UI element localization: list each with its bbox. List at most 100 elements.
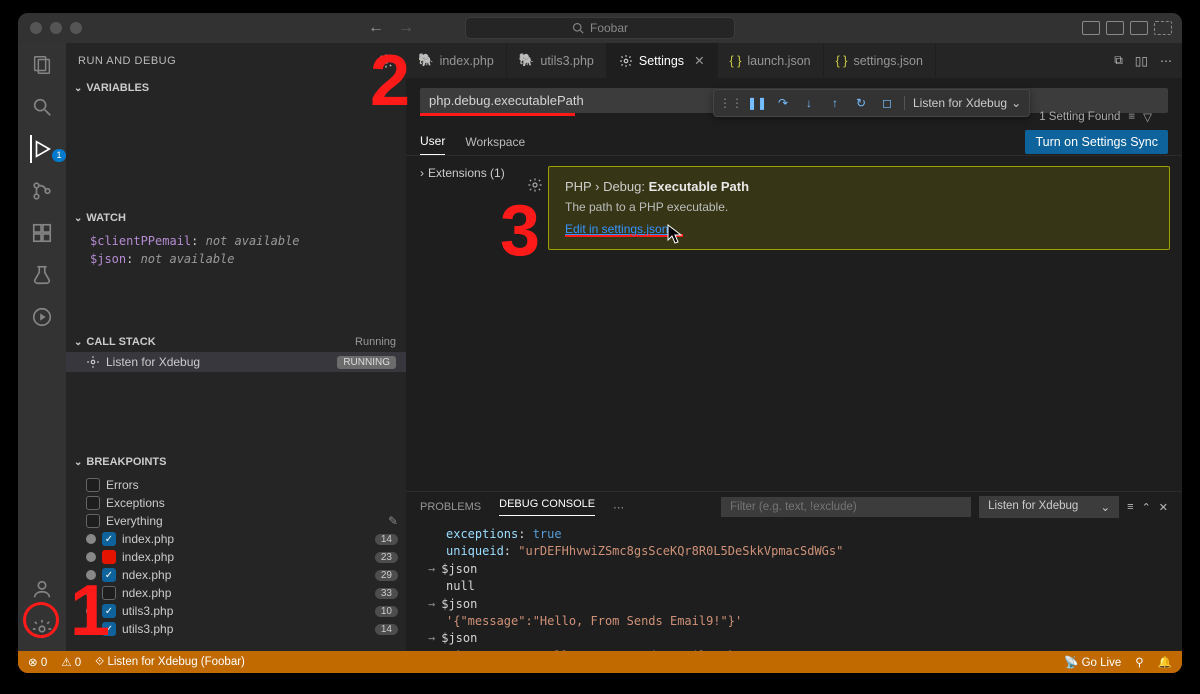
restart-icon[interactable]: ↻ [852, 94, 870, 112]
checkbox-icon[interactable]: ✓ [102, 532, 116, 546]
step-out-icon[interactable]: ↑ [826, 94, 844, 112]
section-callstack[interactable]: ⌄ CALL STACK Running [66, 332, 406, 352]
tab-launch-json[interactable]: { } launch.json [718, 43, 824, 78]
nav-forward-icon[interactable]: → [398, 19, 414, 37]
bp-file[interactable]: ndex.php33 [66, 584, 406, 602]
checkbox-icon[interactable] [102, 550, 116, 564]
remote-icon[interactable] [30, 305, 54, 329]
step-into-icon[interactable]: ↓ [800, 94, 818, 112]
settings-tree-extensions[interactable]: › Extensions (1) [420, 166, 536, 180]
bp-errors[interactable]: Errors [66, 476, 406, 494]
status-errors[interactable]: ⊗ 0 [28, 655, 47, 669]
tab-utils3-php[interactable]: 🐘 utils3.php [507, 43, 607, 78]
section-watch[interactable]: ⌄ WATCH [66, 208, 406, 228]
layout-panel-bottom-icon[interactable] [1106, 21, 1124, 35]
bp-file[interactable]: ✓utils3.php14 [66, 620, 406, 638]
search-placeholder: Foobar [590, 21, 628, 35]
checkbox-icon[interactable]: ✓ [102, 604, 116, 618]
watch-row[interactable]: $json: not available [66, 250, 406, 268]
pause-icon[interactable]: ❚❚ [748, 94, 766, 112]
layout-customize-icon[interactable] [1154, 21, 1172, 35]
search-icon [572, 22, 584, 34]
clear-console-icon[interactable]: ≡ [1127, 501, 1133, 513]
checkbox-icon[interactable] [86, 514, 100, 528]
panel-tab-debug-console[interactable]: DEBUG CONSOLE [499, 498, 595, 516]
accounts-icon[interactable] [30, 577, 54, 601]
layout-controls [1082, 21, 1172, 35]
more-icon[interactable]: ⋯ [613, 501, 624, 514]
panel-session-select[interactable]: Listen for Xdebug⌄ [979, 496, 1119, 518]
php-icon: 🐘 [418, 53, 434, 68]
bp-file[interactable]: ✓index.php14 [66, 530, 406, 548]
breakpoint-dot-icon [86, 552, 96, 562]
stop-icon[interactable]: ◻ [878, 94, 896, 112]
search-icon[interactable] [30, 95, 54, 119]
bp-everything[interactable]: Everything ✎ [66, 512, 406, 530]
checkbox-icon[interactable] [86, 478, 100, 492]
bp-file[interactable]: ✓ndex.php29 [66, 566, 406, 584]
explorer-icon[interactable] [30, 53, 54, 77]
open-changes-icon[interactable]: ⧉ [1114, 53, 1123, 68]
section-breakpoints[interactable]: ⌄ BREAKPOINTS [66, 452, 406, 472]
source-control-icon[interactable] [30, 179, 54, 203]
status-bell-icon[interactable]: 🔔 [1158, 655, 1172, 669]
bp-exceptions[interactable]: Exceptions [66, 494, 406, 512]
status-feedback-icon[interactable]: ⚲ [1135, 655, 1143, 669]
more-icon[interactable]: ⋯ [1160, 54, 1172, 68]
layout-panel-right-icon[interactable] [1130, 21, 1148, 35]
max-dot[interactable] [70, 22, 82, 34]
checkbox-icon[interactable] [86, 496, 100, 510]
section-variables[interactable]: ⌄ VARIABLES [66, 78, 406, 98]
run-debug-icon[interactable]: 1 [30, 137, 54, 161]
tab-settings[interactable]: Settings ✕ [607, 43, 718, 78]
command-center-search[interactable]: Foobar [465, 17, 735, 39]
step-over-icon[interactable]: ↷ [774, 94, 792, 112]
tab-label: Settings [639, 54, 684, 68]
filter-icon[interactable]: ▽ [1143, 110, 1152, 124]
panel-filter-input[interactable] [721, 497, 971, 517]
checkbox-icon[interactable]: ✓ [102, 622, 116, 636]
collapse-icon[interactable]: ⌃ [1142, 501, 1151, 514]
bp-file[interactable]: index.php23 [66, 548, 406, 566]
edit-in-settings-link[interactable]: Edit in settings.json [565, 222, 668, 236]
layout-panel-left-icon[interactable] [1082, 21, 1100, 35]
extensions-icon[interactable] [30, 221, 54, 245]
checkbox-icon[interactable] [102, 586, 116, 600]
window-controls[interactable] [18, 22, 82, 34]
bp-label: Everything [106, 514, 163, 528]
debug-console-body[interactable]: exceptions: true uniqueid: "urDEFHhvwiZS… [406, 522, 1182, 651]
watch-name: $clientPPemail [90, 234, 191, 248]
bp-count: 23 [375, 552, 398, 563]
panel-tab-problems[interactable]: PROBLEMS [420, 501, 481, 513]
min-dot[interactable] [50, 22, 62, 34]
settings-sync-button[interactable]: Turn on Settings Sync [1025, 130, 1168, 154]
checkbox-icon[interactable]: ✓ [102, 568, 116, 582]
tab-label: utils3.php [540, 54, 594, 68]
settings-tab-user[interactable]: User [420, 128, 445, 155]
debug-toolbar[interactable]: ⋮⋮ ❚❚ ↷ ↓ ↑ ↻ ◻ Listen for Xdebug ⌄ [713, 89, 1030, 117]
testing-icon[interactable] [30, 263, 54, 287]
status-go-live[interactable]: 📡 Go Live [1064, 655, 1121, 669]
watch-row[interactable]: $clientPPemail: not available [66, 232, 406, 250]
debug-gear-icon[interactable] [378, 53, 394, 69]
pencil-icon[interactable]: ✎ [388, 514, 398, 528]
close-icon[interactable]: ✕ [694, 53, 704, 68]
chevron-right-icon: › [420, 166, 424, 180]
close-panel-icon[interactable]: ✕ [1159, 501, 1168, 514]
debug-config-select[interactable]: Listen for Xdebug ⌄ [904, 96, 1021, 110]
gear-icon[interactable] [527, 177, 543, 193]
callstack-item[interactable]: Listen for Xdebug RUNNING [66, 352, 406, 372]
status-warnings[interactable]: ⚠ 0 [61, 655, 81, 669]
bp-file[interactable]: ✓utils3.php10 [66, 602, 406, 620]
drag-handle-icon[interactable]: ⋮⋮ [722, 94, 740, 112]
settings-tab-workspace[interactable]: Workspace [465, 129, 525, 155]
status-debug-target[interactable]: ⟐ Listen for Xdebug (Foobar) [95, 656, 245, 669]
split-editor-icon[interactable]: ▯▯ [1135, 54, 1148, 68]
variables-label: VARIABLES [86, 82, 149, 94]
clear-filter-icon[interactable]: ≡ [1128, 111, 1135, 123]
manage-gear-icon[interactable] [30, 617, 54, 641]
close-dot[interactable] [30, 22, 42, 34]
tab-index-php[interactable]: 🐘 index.php [406, 43, 507, 78]
nav-back-icon[interactable]: ← [368, 19, 384, 37]
tab-settings-json[interactable]: { } settings.json [824, 43, 936, 78]
